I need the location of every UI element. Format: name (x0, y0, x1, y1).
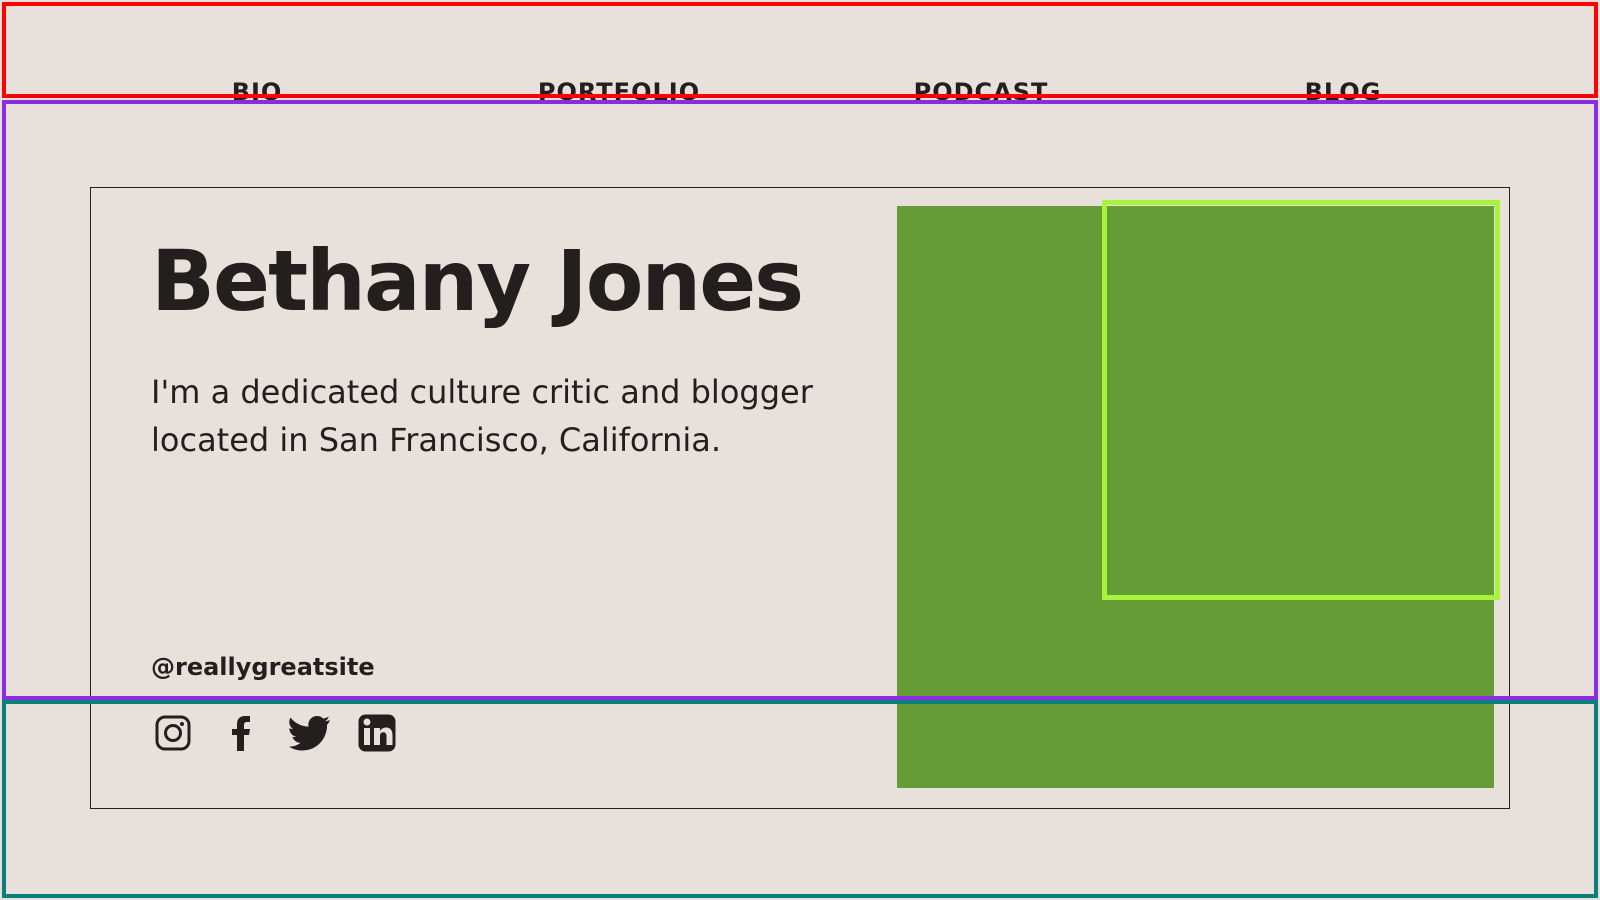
profile-description: I'm a dedicated culture critic and blogg… (151, 373, 813, 459)
nav-podcast-link[interactable]: PODCAST (914, 80, 1049, 104)
social-handle: @reallygreatsite (151, 653, 375, 681)
nav-blog-link[interactable]: BLOG (1305, 80, 1382, 104)
nav-bio-link[interactable]: BIO (232, 80, 283, 104)
facebook-icon[interactable] (219, 711, 263, 755)
photo-focus-outline (1102, 200, 1500, 600)
nav-portfolio-link[interactable]: PORTFOLIO (538, 80, 700, 104)
top-nav: BIO PORTFOLIO PODCAST BLOG (0, 80, 1600, 120)
instagram-icon[interactable] (151, 711, 195, 755)
social-links (151, 711, 399, 755)
twitter-icon[interactable] (287, 711, 331, 755)
page: BIO PORTFOLIO PODCAST BLOG Bethany Jones… (0, 0, 1600, 900)
linkedin-icon[interactable] (355, 711, 399, 755)
profile-name: Bethany Jones (151, 232, 804, 330)
